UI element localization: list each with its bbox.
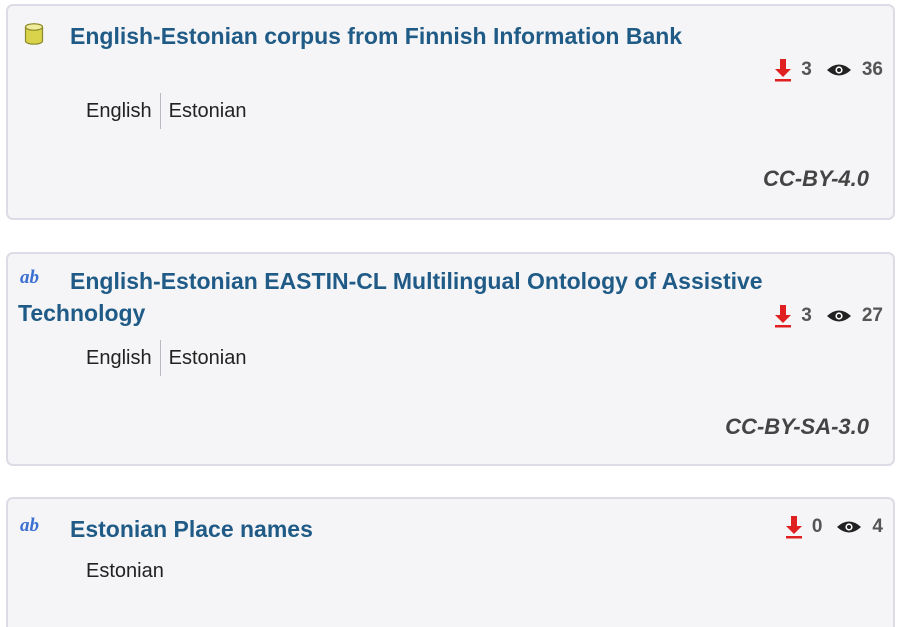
resource-card: ab Estonian Place names 0 4 Estonian [6, 497, 895, 627]
resource-card: ab English-Estonian EASTIN-CL Multilingu… [6, 252, 895, 466]
view-count: 36 [861, 59, 883, 80]
language-list: English Estonian [80, 93, 252, 129]
language-tag: Estonian [168, 346, 247, 369]
eye-icon [837, 521, 862, 533]
language-tag: English [86, 346, 152, 369]
language-list: English Estonian [80, 340, 252, 376]
download-count: 3 [801, 305, 812, 326]
view-count: 4 [872, 516, 883, 537]
license-label: CC-BY-4.0 [763, 166, 869, 191]
resource-title-link[interactable]: Estonian Place names [70, 516, 313, 542]
resource-stats: 3 36 [773, 58, 883, 82]
download-icon [775, 59, 792, 82]
language-tag: Estonian [168, 99, 247, 122]
resource-stats: 3 27 [773, 304, 883, 328]
resource-title-link[interactable]: English-Estonian corpus from Finnish Inf… [70, 23, 682, 49]
divider [159, 93, 161, 129]
language-tag: English [86, 99, 152, 122]
ab-lexical-icon: ab [20, 515, 39, 536]
eye-icon [826, 310, 851, 322]
resource-title[interactable]: Estonian Place names [70, 513, 313, 545]
download-icon [775, 305, 792, 328]
language-tag: Estonian [86, 559, 164, 582]
download-icon [785, 516, 802, 539]
language-list: Estonian [80, 553, 170, 589]
database-icon [24, 23, 44, 45]
eye-icon [826, 64, 851, 76]
resource-title[interactable]: English-Estonian EASTIN-CL Multilingual … [18, 265, 818, 329]
view-count: 27 [861, 305, 883, 326]
license-label: CC-BY-SA-3.0 [725, 414, 869, 439]
resource-stats: 0 4 [784, 515, 883, 539]
download-count: 3 [801, 59, 812, 80]
resource-title-link[interactable]: English-Estonian EASTIN-CL Multilingual … [18, 268, 763, 326]
download-count: 0 [811, 516, 823, 537]
divider [159, 340, 161, 376]
resource-card: English-Estonian corpus from Finnish Inf… [6, 4, 895, 220]
resource-title[interactable]: English-Estonian corpus from Finnish Inf… [70, 20, 682, 52]
